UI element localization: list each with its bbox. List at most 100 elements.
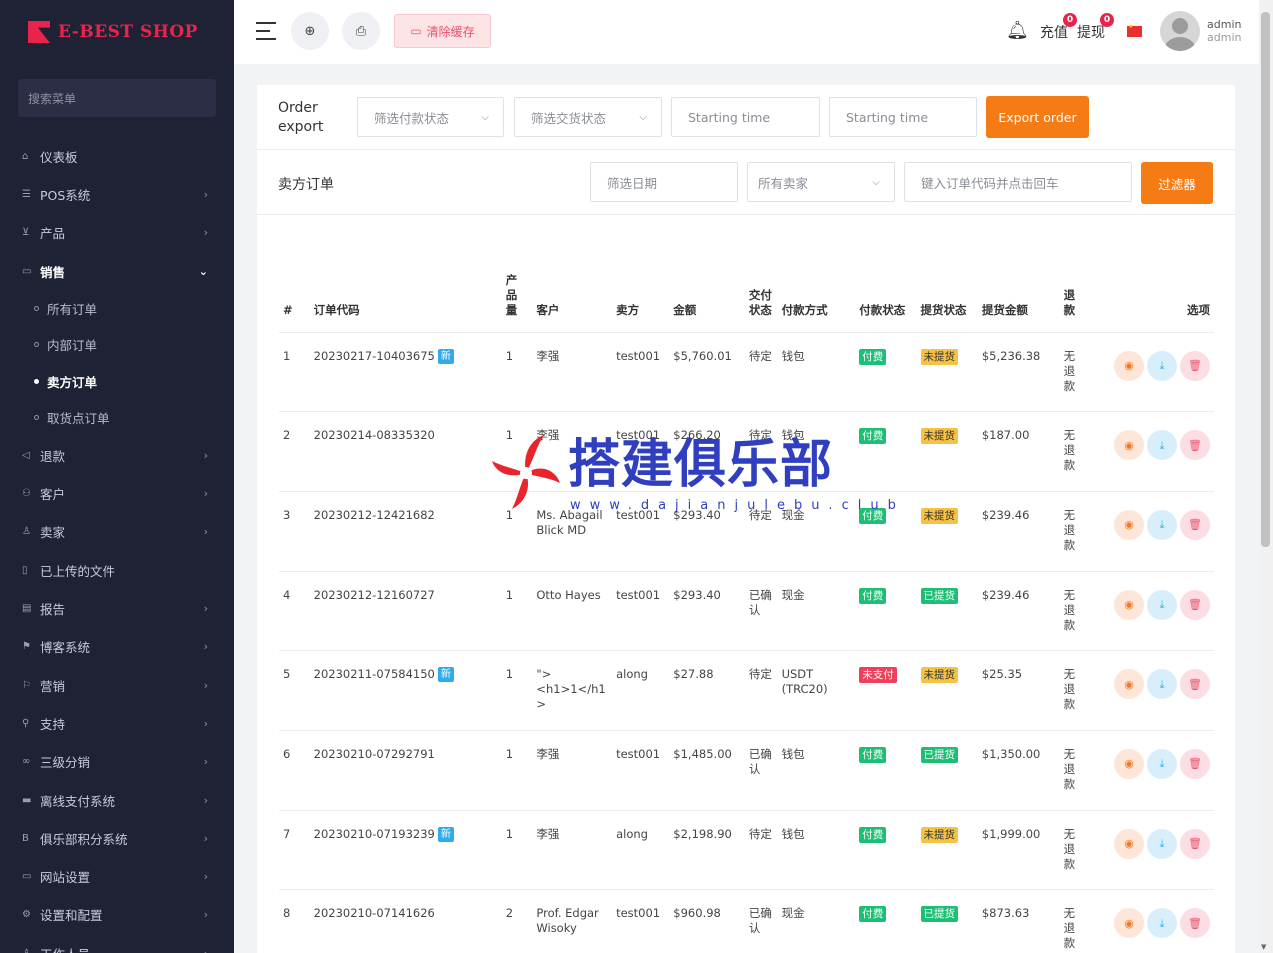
- view-order-button[interactable]: ◉: [1114, 748, 1144, 779]
- download-invoice-button[interactable]: ⤓: [1147, 430, 1177, 461]
- download-invoice-button[interactable]: ⤓: [1147, 908, 1177, 939]
- sidebar-item-15[interactable]: ▭ 网站设置 ›: [0, 857, 234, 895]
- sidebar-subitem-3[interactable]: 取货点订单: [0, 400, 234, 437]
- pickup-amount-cell: $239.46: [977, 571, 1060, 652]
- delete-order-button[interactable]: 🗑︎: [1180, 828, 1210, 859]
- download-invoice-button[interactable]: ⤓: [1147, 828, 1177, 859]
- table-row[interactable]: 2 20230214-08335320 1 李强 test001 $266.20 待定 钱包付…: [279, 411, 1214, 492]
- filter-button[interactable]: 过滤器: [1141, 162, 1213, 204]
- sidebar-subitem-0[interactable]: 所有订单: [0, 290, 234, 327]
- sidebar-subitem-2[interactable]: 卖方订单: [0, 363, 234, 400]
- download-icon: ⤓: [1159, 598, 1165, 612]
- view-order-button[interactable]: ◉: [1114, 589, 1144, 620]
- delete-order-button[interactable]: 🗑︎: [1180, 350, 1210, 381]
- start-time-input-2[interactable]: Starting time: [829, 97, 977, 137]
- sidebar-item-5[interactable]: ⚇ 客户 ›: [0, 474, 234, 512]
- sidebar-item-8[interactable]: ▤ 报告 ›: [0, 589, 234, 627]
- sidebar-item-16[interactable]: ⚙ 设置和配置 ›: [0, 896, 234, 934]
- order-code[interactable]: 20230217-10403675: [314, 349, 435, 363]
- payment-status-cell: 付费: [855, 571, 917, 652]
- pos-print-button[interactable]: ⎙: [342, 12, 380, 50]
- table-row[interactable]: 4 20230212-12160727 1 Otto Hayes test001 $293…: [279, 571, 1214, 652]
- order-code-cell: 20230217-10403675 新: [309, 332, 502, 413]
- payment-status-badge: 付费: [859, 348, 887, 365]
- pickup-amount-cell: $25.35: [977, 650, 1060, 731]
- notification-bell-icon[interactable]: 🔔︎: [1006, 20, 1029, 41]
- avatar[interactable]: [1160, 11, 1200, 51]
- page-scrollbar[interactable]: ▼: [1259, 0, 1273, 953]
- download-invoice-button[interactable]: ⤓: [1147, 748, 1177, 779]
- amount-cell: $960.98: [669, 889, 745, 953]
- table-row[interactable]: 1 20230217-10403675 新 1 李强 test001 $5,760.01 待定…: [279, 332, 1214, 413]
- language-flag-icon[interactable]: [1127, 23, 1142, 37]
- order-code[interactable]: 20230210-07193239: [314, 827, 435, 841]
- order-code[interactable]: 20230212-12421682: [314, 508, 435, 522]
- delivery-status-select[interactable]: 筛选交货状态 ⌵: [514, 97, 662, 137]
- sidebar-item-4[interactable]: ◁ 退款 ›: [0, 436, 234, 474]
- order-code-cell: 20230211-07584150 新: [309, 650, 502, 731]
- order-code[interactable]: 20230210-07292791: [314, 747, 435, 761]
- table-row[interactable]: 5 20230211-07584150 新 1 "> <h1>1</h1> along $2…: [279, 650, 1214, 731]
- admin-info[interactable]: admin admin: [1207, 18, 1241, 44]
- sidebar-item-12[interactable]: ∞ 三级分销 ›: [0, 743, 234, 781]
- view-order-button[interactable]: ◉: [1114, 509, 1144, 540]
- delete-order-button[interactable]: 🗑︎: [1180, 748, 1210, 779]
- sidebar-item-0[interactable]: ⌂ 仪表板: [0, 137, 234, 175]
- download-icon: ⤓: [1159, 837, 1165, 851]
- sidebar-item-17[interactable]: ♙工作人员›: [0, 934, 234, 953]
- sidebar-item-9[interactable]: ⚑ 博客系统 ›: [0, 628, 234, 666]
- customer-cell: 李强: [532, 332, 613, 413]
- sidebar-item-14[interactable]: B 俱乐部积分系统 ›: [0, 819, 234, 857]
- table-row[interactable]: 7 20230210-07193239 新 1 李强 along $2,198.90 待定 钱包…: [279, 810, 1214, 891]
- menu-search-input[interactable]: 搜索菜单: [18, 79, 216, 117]
- delete-order-button[interactable]: 🗑︎: [1180, 669, 1210, 700]
- row-number: 3: [279, 491, 310, 572]
- view-order-button[interactable]: ◉: [1114, 350, 1144, 381]
- sidebar-item-1[interactable]: ☰ POS系统 ›: [0, 175, 234, 213]
- menu-toggle-icon[interactable]: [256, 22, 276, 46]
- view-order-button[interactable]: ◉: [1114, 908, 1144, 939]
- download-invoice-button[interactable]: ⤓: [1147, 589, 1177, 620]
- table-row[interactable]: 6 20230210-07292791 1 李强 test001 $1,485.00 已确认…: [279, 730, 1214, 811]
- start-time-input-1[interactable]: Starting time: [671, 97, 820, 137]
- chevron-right-icon: ›: [203, 678, 208, 692]
- sidebar-subitem-1[interactable]: 内部订单: [0, 327, 234, 364]
- download-invoice-button[interactable]: ⤓: [1147, 669, 1177, 700]
- view-order-button[interactable]: ◉: [1114, 828, 1144, 859]
- website-globe-button[interactable]: ⊕: [291, 12, 329, 50]
- date-filter-input[interactable]: 筛选日期: [590, 162, 738, 202]
- order-code[interactable]: 20230211-07584150: [314, 667, 435, 681]
- sidebar-item-3[interactable]: ▭ 销售 ⌄: [0, 252, 234, 290]
- sidebar-item-2[interactable]: ⊻ 产品 ›: [0, 214, 234, 252]
- table-row[interactable]: 8 20230210-07141626 2 Prof. Edgar Wisoky tes…: [279, 889, 1214, 953]
- delete-order-button[interactable]: 🗑︎: [1180, 589, 1210, 620]
- download-invoice-button[interactable]: ⤓: [1147, 509, 1177, 540]
- payment-status-select[interactable]: 筛选付款状态 ⌵: [357, 97, 504, 137]
- delete-order-button[interactable]: 🗑︎: [1180, 430, 1210, 461]
- scroll-down-arrow-icon[interactable]: ▼: [1261, 943, 1266, 951]
- table-row[interactable]: 3 20230212-12421682 1 Ms. Abagail Blick MD t…: [279, 491, 1214, 572]
- delete-order-button[interactable]: 🗑︎: [1180, 908, 1210, 939]
- recharge-link[interactable]: 充值 0: [1040, 13, 1077, 42]
- pickup-amount-cell: $873.63: [977, 889, 1060, 953]
- export-order-button[interactable]: Export order: [986, 96, 1089, 138]
- scrollbar-thumb[interactable]: [1261, 12, 1270, 547]
- delete-order-button[interactable]: 🗑︎: [1180, 509, 1210, 540]
- sidebar-item-7[interactable]: ▯ 已上传的文件: [0, 551, 234, 589]
- payment-status-cell: 付费: [855, 491, 917, 572]
- order-code-search-input[interactable]: 键入订单代码并点击回车: [904, 162, 1132, 202]
- order-code[interactable]: 20230210-07141626: [314, 906, 435, 920]
- seller-select[interactable]: 所有卖家 ⌵: [747, 162, 895, 202]
- sidebar-item-6[interactable]: ♙ 卖家 ›: [0, 513, 234, 551]
- withdraw-link[interactable]: 提现 0: [1077, 13, 1114, 42]
- order-code[interactable]: 20230212-12160727: [314, 588, 435, 602]
- download-invoice-button[interactable]: ⤓: [1147, 350, 1177, 381]
- view-order-button[interactable]: ◉: [1114, 430, 1144, 461]
- logo[interactable]: E-BEST SHOP: [0, 0, 234, 64]
- order-code[interactable]: 20230214-08335320: [314, 428, 435, 442]
- clear-cache-button[interactable]: ▭ 清除缓存: [394, 14, 491, 48]
- view-order-button[interactable]: ◉: [1114, 669, 1144, 700]
- sidebar-item-13[interactable]: ▬ 离线支付系统 ›: [0, 781, 234, 819]
- sidebar-item-11[interactable]: ⚲ 支持 ›: [0, 704, 234, 742]
- sidebar-item-10[interactable]: ⚐ 营销 ›: [0, 666, 234, 704]
